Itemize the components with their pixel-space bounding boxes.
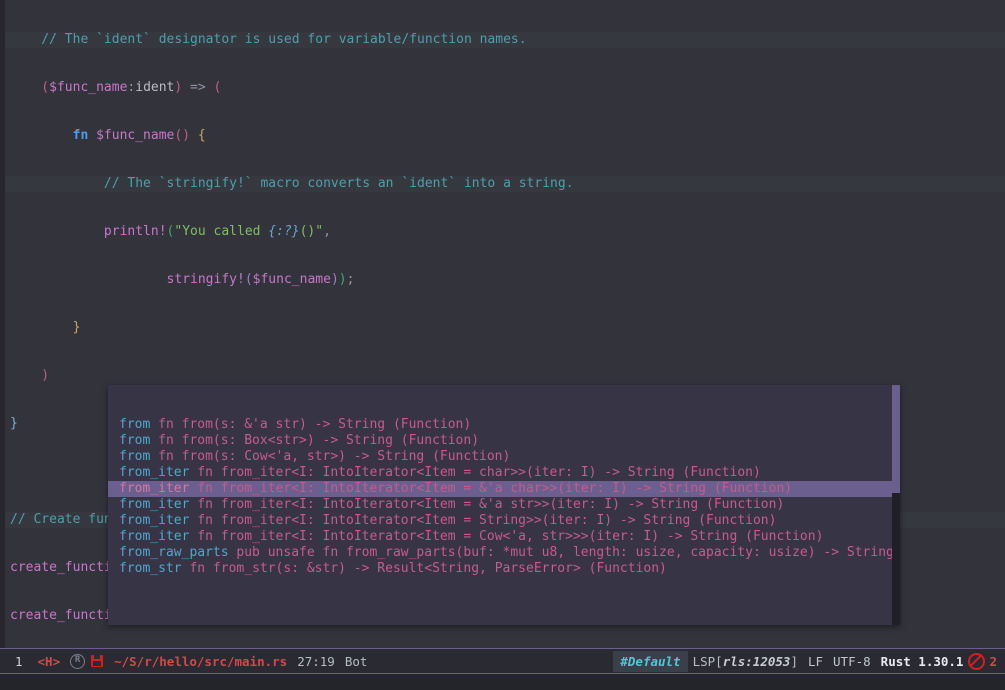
bottom-bar [0, 674, 1005, 690]
window-number: 1 [15, 653, 23, 669]
completion-item-signature: fn from_str(s: &str) -> Result<String, P… [181, 561, 667, 576]
completion-item[interactable]: from_iter fn from_iter<I: IntoIterator<I… [108, 481, 900, 497]
completion-item-signature: fn from(s: &'a str) -> String (Function) [150, 417, 472, 432]
completion-item[interactable]: from fn from(s: Box<str>) -> String (Fun… [108, 433, 900, 449]
code-line: println!("You called {:?}()", [103, 224, 331, 239]
completion-item-signature: fn from_iter<I: IntoIterator<Item = char… [189, 465, 761, 480]
code-line: ) [10, 368, 50, 383]
completion-item-name: from_iter [119, 481, 190, 496]
completion-item-signature: fn from_iter<I: IntoIterator<Item = Stri… [189, 513, 777, 528]
completion-item-name: from_raw_parts [119, 545, 229, 560]
completion-item-signature: fn from(s: Box<str>) -> String (Function… [150, 433, 480, 448]
encoding: UTF-8 [833, 653, 871, 669]
color-scheme-badge[interactable]: #Default [613, 650, 688, 672]
save-icon[interactable] [91, 655, 104, 667]
code-line: ($func_name:ident) => ( [10, 80, 222, 95]
completion-scrollbar-track[interactable] [892, 385, 900, 625]
scroll-position: Bot [344, 653, 368, 669]
completion-item-name: from_iter [119, 529, 190, 544]
lsp-prefix: LSP[ [692, 653, 723, 669]
error-count[interactable]: 2 [989, 654, 997, 669]
lsp-suffix: ] [790, 653, 798, 669]
completion-list[interactable]: from fn from(s: &'a str) -> String (Func… [108, 417, 900, 577]
code-editor[interactable]: // The `ident` designator is used for va… [0, 0, 1005, 648]
status-bar-right: #Default LSP[rls:12053] LF UTF-8 Rust 1.… [613, 650, 1005, 672]
lsp-status[interactable]: LSP[rls:12053] [688, 654, 803, 669]
code-line: stringify!($func_name)); [166, 272, 355, 287]
completion-item[interactable]: from_str fn from_str(s: &str) -> Result<… [108, 561, 900, 577]
completion-popup[interactable]: from fn from(s: &'a str) -> String (Func… [108, 385, 900, 625]
completion-item[interactable]: from_iter fn from_iter<I: IntoIterator<I… [108, 465, 900, 481]
language-version: Rust 1.30.1 [880, 653, 964, 669]
status-bar-left: 1 <H> R ~/S/r/hello/src/main.rs 27:19 Bo… [0, 653, 372, 669]
completion-item-signature: fn from(s: Cow<'a, str>) -> String (Func… [150, 449, 511, 464]
completion-item-name: from [119, 433, 151, 448]
completion-item[interactable]: from fn from(s: &'a str) -> String (Func… [108, 417, 900, 433]
cursor-position: 27:19 [297, 653, 335, 669]
completion-item-name: from [119, 417, 151, 432]
completion-item-signature: fn from_iter<I: IntoIterator<Item = Cow<… [189, 529, 824, 544]
completion-item[interactable]: from_iter fn from_iter<I: IntoIterator<I… [108, 513, 900, 529]
registered-icon: R [70, 653, 86, 669]
file-path[interactable]: ~/S/r/hello/src/main.rs [109, 654, 292, 669]
code-line: // The `stringify!` macro converts an `i… [5, 176, 1005, 192]
code-line: // The `ident` designator is used for va… [5, 32, 1005, 48]
completion-item-signature: fn from_iter<I: IntoIterator<Item = &'a … [189, 497, 785, 512]
completion-item-signature: pub unsafe fn from_raw_parts(buf: *mut u… [236, 545, 894, 560]
completion-item-signature: fn from_iter<I: IntoIterator<Item = &'a … [189, 481, 793, 496]
completion-item-name: from [119, 449, 151, 464]
completion-scrollbar-thumb[interactable] [892, 385, 900, 493]
completion-item-name: from_iter [119, 513, 190, 528]
completion-item-name: from_iter [119, 497, 190, 512]
completion-item[interactable]: from_iter fn from_iter<I: IntoIterator<I… [108, 497, 900, 513]
mode-indicator: <H> [37, 653, 61, 669]
completion-item[interactable]: from_iter fn from_iter<I: IntoIterator<I… [108, 529, 900, 545]
completion-item[interactable]: from fn from(s: Cow<'a, str>) -> String … [108, 449, 900, 465]
line-ending: LF [807, 653, 824, 669]
editor-window: // The `ident` designator is used for va… [0, 0, 1005, 690]
completion-item[interactable]: from_raw_parts pub unsafe fn from_raw_pa… [108, 545, 900, 561]
code-line: } [10, 320, 81, 335]
completion-item-name: from_str [119, 561, 182, 576]
lsp-name: rls:12053 [722, 653, 791, 669]
no-entry-icon [968, 652, 986, 670]
code-line: fn $func_name() { [10, 128, 206, 143]
status-bar: 1 <H> R ~/S/r/hello/src/main.rs 27:19 Bo… [0, 648, 1005, 674]
completion-item-name: from_iter [119, 465, 190, 480]
